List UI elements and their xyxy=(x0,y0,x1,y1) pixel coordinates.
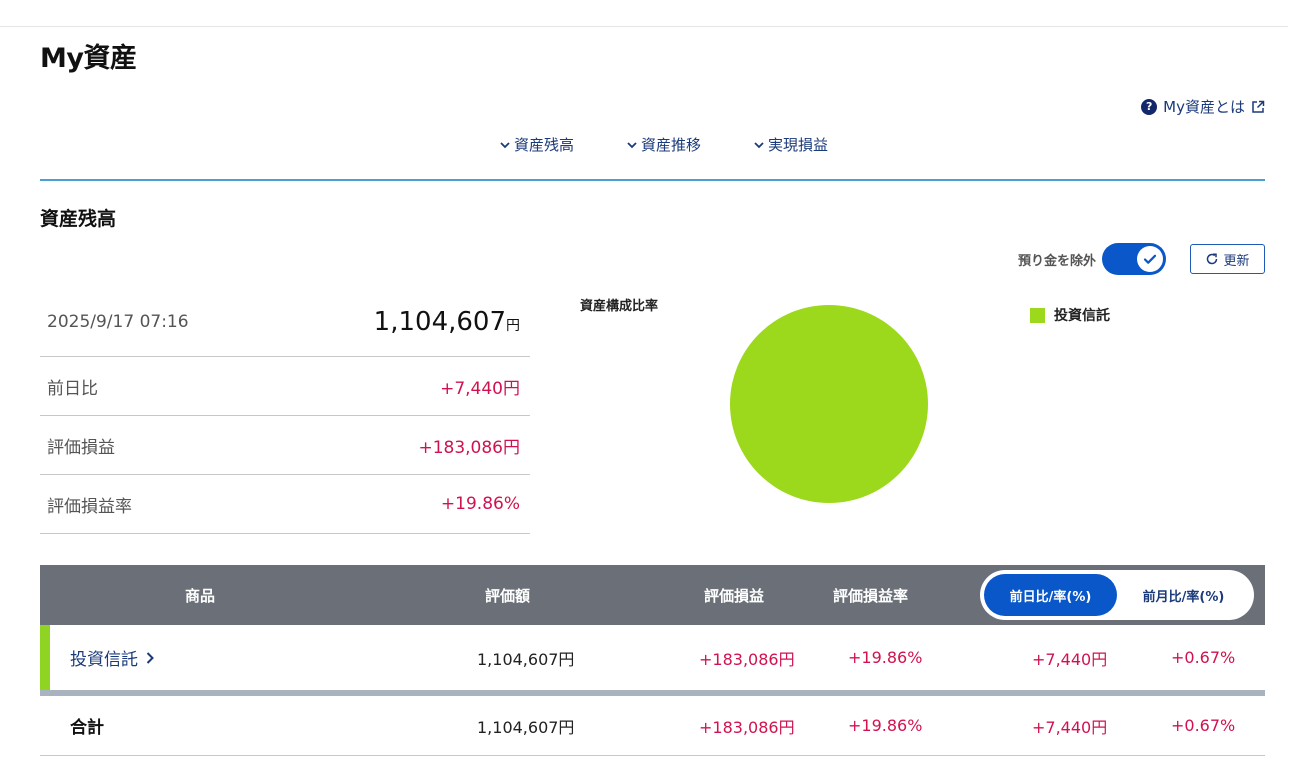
summary-label: 評価損益 xyxy=(47,437,115,458)
help-link-label: My資産とは xyxy=(1163,98,1245,116)
exclude-deposit-toggle[interactable] xyxy=(1102,243,1166,275)
legend-swatch xyxy=(1030,307,1045,323)
section-title: 資産残高 xyxy=(40,208,117,230)
chart-title: 資産構成比率 xyxy=(580,299,659,314)
chart-legend: 投資信託 xyxy=(1030,305,1110,325)
summary-row: 評価損益 +183,086円 xyxy=(40,416,530,475)
question-icon: ? xyxy=(1141,98,1158,115)
header-valuation: 評価額 xyxy=(485,586,531,605)
summary-row-total: 2025/9/17 07:16 1,104,607円 xyxy=(40,288,530,357)
summary-value: +7,440円 xyxy=(440,378,520,399)
refresh-icon xyxy=(1207,253,1218,265)
day-change-tab[interactable]: 前日比/率(%) xyxy=(984,574,1117,616)
allocation-pie-chart xyxy=(730,305,928,503)
change-rate-cell: +0.67% xyxy=(1171,648,1236,667)
controls: 預り金を除外 更新 xyxy=(1018,243,1265,275)
anchor-link-balance[interactable]: 資産残高 xyxy=(499,134,574,155)
chevron-right-icon xyxy=(146,651,154,664)
refresh-label: 更新 xyxy=(1223,253,1250,269)
summary-total-value: 1,104,607 xyxy=(373,307,506,337)
chevron-down-icon xyxy=(754,141,764,148)
summary-value: +183,086円 xyxy=(418,437,520,458)
nav-divider xyxy=(40,179,1265,181)
month-change-tab[interactable]: 前月比/率(%) xyxy=(1117,574,1250,616)
chevron-down-icon xyxy=(627,141,637,148)
exclude-deposit-label: 預り金を除外 xyxy=(1017,253,1096,269)
header-pl-rate: 評価損益率 xyxy=(833,586,909,605)
change-cell: +7,440円 xyxy=(1032,649,1108,669)
summary-label: 前日比 xyxy=(47,378,98,399)
check-icon xyxy=(1143,254,1157,264)
pl-rate-cell: +19.86% xyxy=(848,648,923,667)
total-pl-rate-cell: +19.86% xyxy=(848,716,923,735)
summary-value: +19.86% xyxy=(440,494,520,514)
anchor-link-label: 実現損益 xyxy=(768,136,829,154)
summary-datetime: 2025/9/17 07:16 xyxy=(47,312,189,332)
anchor-link-label: 資産残高 xyxy=(513,136,574,154)
pie-slice-0 xyxy=(730,305,928,503)
period-toggle: 前日比/率(%) 前月比/率(%) xyxy=(980,570,1254,620)
product-name: 投資信託 xyxy=(70,650,138,670)
top-divider xyxy=(0,26,1288,27)
pl-cell: +183,086円 xyxy=(699,649,795,669)
toggle-knob xyxy=(1137,246,1163,272)
refresh-button[interactable]: 更新 xyxy=(1190,244,1265,274)
product-cell: 投資信託 xyxy=(70,625,155,690)
legend-label: 投資信託 xyxy=(1054,308,1110,324)
summary-total: 1,104,607円 xyxy=(374,307,520,337)
summary-row: 前日比 +7,440円 xyxy=(40,357,530,416)
anchor-nav: 資産残高 資産推移 実現損益 xyxy=(0,134,1315,155)
total-label: 合計 xyxy=(70,696,104,755)
table-row: 投資信託 1,104,607円 +183,086円 +19.86% +7,440… xyxy=(40,625,1265,690)
holdings-table-header: 商品 評価額 評価損益 評価損益率 前日比/率(%) 前月比/率(%) xyxy=(40,565,1265,625)
total-valuation-cell: 1,104,607円 xyxy=(477,717,575,737)
total-change-cell: +7,440円 xyxy=(1032,717,1108,737)
total-label-text: 合計 xyxy=(70,718,104,738)
product-link[interactable]: 投資信託 xyxy=(70,645,155,670)
header-pl: 評価損益 xyxy=(704,586,765,605)
balance-summary: 2025/9/17 07:16 1,104,607円 前日比 +7,440円 評… xyxy=(40,288,530,534)
page-title: My資産 xyxy=(40,43,137,74)
total-change-rate-cell: +0.67% xyxy=(1171,716,1236,735)
summary-row: 評価損益率 +19.86% xyxy=(40,475,530,534)
chevron-down-icon xyxy=(500,141,510,148)
total-pl-cell: +183,086円 xyxy=(699,717,795,737)
anchor-link-label: 資産推移 xyxy=(640,136,701,154)
external-link-icon xyxy=(1252,100,1265,113)
anchor-link-trend[interactable]: 資産推移 xyxy=(626,134,701,155)
table-total-row: 合計 1,104,607円 +183,086円 +19.86% +7,440円 … xyxy=(40,696,1265,756)
summary-label: 評価損益率 xyxy=(47,496,132,517)
anchor-link-realized[interactable]: 実現損益 xyxy=(753,134,828,155)
header-product: 商品 xyxy=(185,586,216,605)
summary-total-unit: 円 xyxy=(506,318,520,334)
help-link[interactable]: ? My資産とは xyxy=(1141,96,1265,117)
valuation-cell: 1,104,607円 xyxy=(477,649,575,669)
